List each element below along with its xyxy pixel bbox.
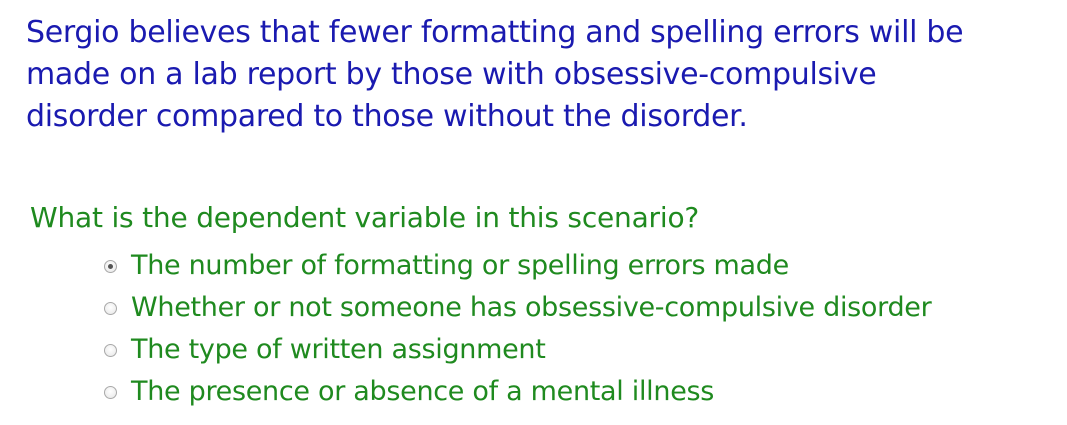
answer-option-3[interactable]: The type of written assignment [104,329,931,371]
scenario-text: Sergio believes that fewer formatting an… [26,12,1061,138]
answer-option-label[interactable]: The number of formatting or spelling err… [131,246,789,286]
answer-option-4[interactable]: The presence or absence of a mental illn… [104,371,931,413]
answer-options: The number of formatting or spelling err… [104,245,932,413]
radio-button[interactable] [104,385,117,399]
radio-button[interactable] [104,259,117,273]
answer-option-1[interactable]: The number of formatting or spelling err… [104,245,931,287]
answer-option-label[interactable]: Whether or not someone has obsessive-com… [131,288,932,328]
scenario-line: disorder compared to those without the d… [26,99,748,134]
question-prompt: What is the dependent variable in this s… [30,201,700,234]
radio-button[interactable] [104,301,117,315]
radio-button[interactable] [104,343,117,357]
answer-option-label[interactable]: The type of written assignment [131,330,546,370]
answer-option-label[interactable]: The presence or absence of a mental illn… [131,372,714,412]
scenario-line: made on a lab report by those with obses… [26,57,877,92]
answer-option-2[interactable]: Whether or not someone has obsessive-com… [104,287,932,329]
scenario-line: Sergio believes that fewer formatting an… [26,15,964,50]
